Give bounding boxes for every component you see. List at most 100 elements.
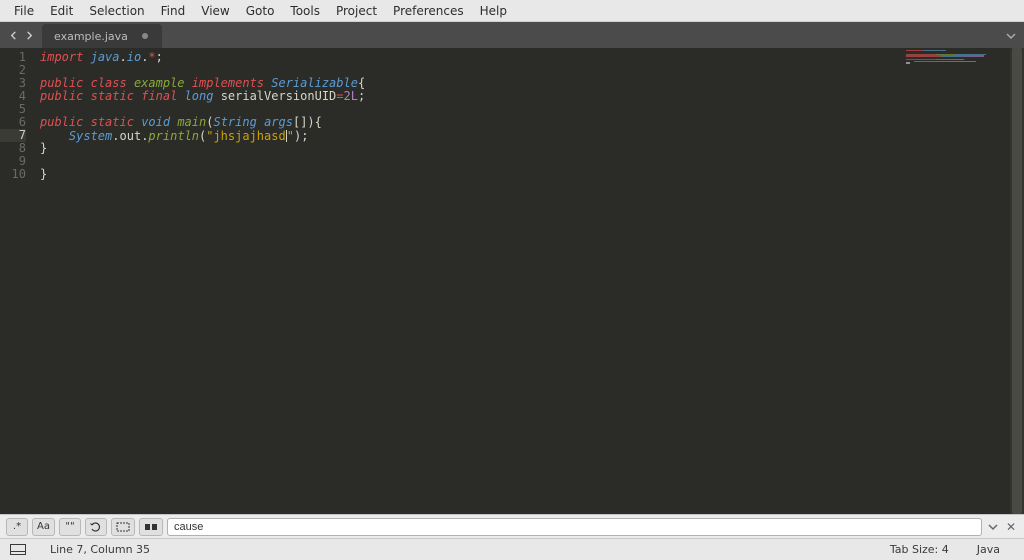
menu-bar: File Edit Selection Find View Goto Tools… [0,0,1024,22]
code-token: public [40,115,83,129]
line-number-gutter: 12345678910 [0,48,34,514]
code-token: main [177,115,206,129]
code-token: [] [293,115,307,129]
code-token: System [69,129,112,143]
code-token [257,115,264,129]
selection-icon [116,522,130,532]
status-bar: Line 7, Column 35 Tab Size: 4 Java [0,538,1024,560]
text-caret [286,130,287,142]
code-token [83,76,90,90]
vertical-scrollbar[interactable] [1010,48,1024,514]
code-token: ) [307,115,314,129]
code-token [83,115,90,129]
menu-edit[interactable]: Edit [42,2,81,20]
code-token [83,50,90,64]
panel-icon [10,544,26,555]
code-token: java [91,50,120,64]
editor-area[interactable]: 12345678910 import java.io.*;public clas… [0,48,1024,514]
find-history-dropdown[interactable] [986,522,1000,532]
code-token: io [127,50,141,64]
menu-view[interactable]: View [193,2,237,20]
line-number: 10 [0,168,26,181]
tab-label: example.java [54,30,128,43]
code-token: serialVersionUID [221,89,337,103]
code-token: 2L [344,89,358,103]
menu-goto[interactable]: Goto [238,2,283,20]
highlight-icon [144,522,158,532]
code-token: public [40,76,83,90]
chevron-down-icon [988,522,998,532]
status-tab-size[interactable]: Tab Size: 4 [876,543,963,556]
code-token: } [40,141,47,155]
close-icon: ✕ [1006,520,1016,534]
code-line[interactable]: public static final long serialVersionUI… [40,90,900,103]
find-in-selection-toggle[interactable] [111,518,135,536]
code-line[interactable]: } [40,142,900,155]
code-token: { [315,115,322,129]
menu-file[interactable]: File [6,2,42,20]
tab-list-dropdown[interactable] [1006,26,1016,45]
app-root: File Edit Selection Find View Goto Tools… [0,0,1024,560]
code-token: println [148,129,199,143]
code-token: * [148,50,155,64]
status-syntax[interactable]: Java [963,543,1014,556]
code-line[interactable]: import java.io.*; [40,51,900,64]
scrollbar-thumb[interactable] [1012,48,1022,514]
chevron-left-icon [9,31,18,40]
code-token: static [91,89,134,103]
code-token: "jhsjajhasd" [206,129,294,143]
panel-switcher-button[interactable] [10,544,26,556]
code-token: ; [301,129,308,143]
find-regex-toggle[interactable]: .* [6,518,28,536]
code-token [185,76,192,90]
minimap-preview [906,50,1006,64]
find-whole-word-toggle[interactable]: "" [59,518,81,536]
code-token [83,89,90,103]
menu-selection[interactable]: Selection [81,2,152,20]
find-case-sensitive-toggle[interactable]: Aa [32,518,55,536]
code-token: final [141,89,177,103]
tab-nav-back-button[interactable] [6,28,20,42]
code-token [127,76,134,90]
code-token: static [91,115,134,129]
code-token: String [213,115,256,129]
code-token: ; [358,89,365,103]
code-line[interactable]: public static void main(String args[]){ [40,116,900,129]
code-token: = [336,89,343,103]
chevron-right-icon [25,31,34,40]
code-token: . [112,129,119,143]
code-token: } [40,167,47,181]
menu-help[interactable]: Help [472,2,515,20]
find-close-button[interactable]: ✕ [1004,520,1018,534]
menu-preferences[interactable]: Preferences [385,2,472,20]
menu-find[interactable]: Find [153,2,194,20]
tab-bar: example.java [0,22,1024,48]
code-token: import [40,50,83,64]
status-cursor-position[interactable]: Line 7, Column 35 [36,543,164,556]
menu-project[interactable]: Project [328,2,385,20]
code-line[interactable] [40,155,900,168]
find-highlight-toggle[interactable] [139,518,163,536]
tab-nav-arrows [6,28,36,42]
code-token [177,89,184,103]
code-line[interactable]: System.out.println("jhsjajhasd"); [40,129,900,142]
find-bar: .* Aa "" ✕ [0,514,1024,538]
minimap[interactable] [900,48,1010,514]
find-input[interactable] [167,518,982,536]
code-token: . [120,50,127,64]
code-token: implements [192,76,264,90]
code-token: args [264,115,293,129]
code-content[interactable]: import java.io.*;public class example im… [34,48,900,514]
tab-nav-forward-button[interactable] [22,28,36,42]
code-token: example [134,76,185,90]
code-token: void [141,115,170,129]
code-token: class [91,76,127,90]
tab-example-java[interactable]: example.java [42,24,162,48]
find-wrap-toggle[interactable] [85,518,107,536]
code-token: out [120,129,142,143]
code-line[interactable]: } [40,168,900,181]
tab-dirty-indicator-icon [142,33,148,39]
code-token: long [185,89,214,103]
chevron-down-icon [1006,31,1016,41]
menu-tools[interactable]: Tools [282,2,328,20]
